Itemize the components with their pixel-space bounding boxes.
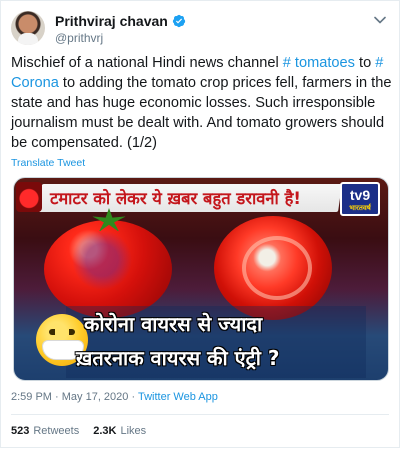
tweet-media-image[interactable]: टमाटर को लेकर ये ख़बर बहुत डरावनी है! tv… <box>13 177 389 381</box>
tweet-text: Mischief of a national Hindi news channe… <box>11 53 393 153</box>
likes-stat[interactable]: 2.3K Likes <box>93 425 146 437</box>
likes-count: 2.3K <box>93 425 117 437</box>
tweet-source-link[interactable]: Twitter Web App <box>138 391 218 403</box>
subtitle-line-1: कोरोना वायरस से ज्यादा <box>84 312 263 336</box>
tweet-text-part: to <box>354 55 376 71</box>
hashtag-link[interactable]: # tomatoes <box>283 55 355 71</box>
translate-tweet-link[interactable]: Translate Tweet <box>11 157 85 169</box>
author-name-row: Prithviraj chavan <box>55 13 186 29</box>
avatar[interactable] <box>11 11 45 45</box>
tweet-date[interactable]: May 17, 2020 <box>62 391 129 403</box>
channel-logo-subtext: भारतवर्ष <box>349 205 371 212</box>
channel-logo: tv9 भारतवर्ष <box>340 182 380 216</box>
tweet-text-part: Mischief of a national Hindi news channe… <box>11 55 283 71</box>
meta-separator: · <box>51 391 62 403</box>
verified-badge-icon <box>172 14 186 28</box>
tweet-stats: 523 Retweets 2.3K Likes <box>11 425 146 437</box>
meta-separator: · <box>128 391 138 403</box>
tweet-header: Prithviraj chavan @prithvrj <box>11 11 391 47</box>
tweet-meta: 2:59 PM · May 17, 2020 · Twitter Web App <box>11 391 218 403</box>
virus-graphic <box>72 230 132 290</box>
divider <box>11 414 389 415</box>
retweets-stat[interactable]: 523 Retweets <box>11 425 79 437</box>
channel-logo-text: tv9 <box>349 187 371 203</box>
chevron-down-icon[interactable] <box>373 13 387 27</box>
tomato-thumbnail <box>16 182 42 212</box>
retweets-label: Retweets <box>33 425 80 437</box>
headline-text: टमाटर को लेकर ये ख़बर बहुत डरावनी है! <box>50 189 301 208</box>
subtitle-line-2: ख़तरनाक वायरस की एंट्री ? <box>76 346 280 370</box>
author-name[interactable]: Prithviraj chavan <box>55 13 168 29</box>
cut-tomato-graphic <box>214 216 332 320</box>
tweet-time[interactable]: 2:59 PM <box>11 391 52 403</box>
author-handle[interactable]: @prithvrj <box>55 31 103 45</box>
tweet-card: Prithviraj chavan @prithvrj Mischief of … <box>0 0 400 448</box>
likes-label: Likes <box>120 425 147 437</box>
tweet-text-part: to adding the tomato crop prices fell, f… <box>11 75 392 151</box>
retweets-count: 523 <box>11 425 30 437</box>
